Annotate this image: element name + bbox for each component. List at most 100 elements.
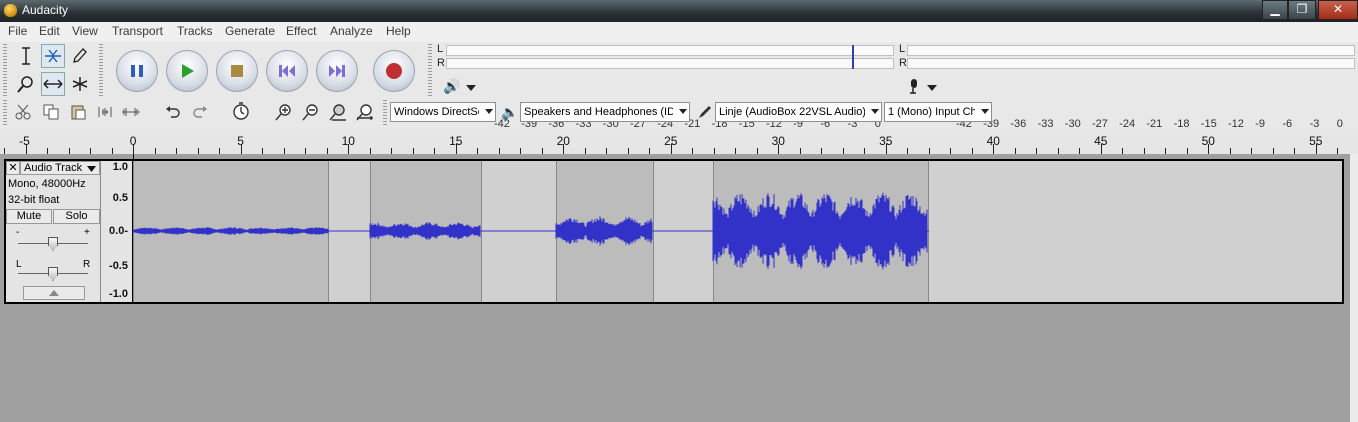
ruler-tick — [1100, 144, 1102, 154]
playback-meter-right[interactable] — [446, 58, 894, 69]
ruler-tick — [240, 144, 242, 154]
input-device-select[interactable]: Linje (AudioBox 22VSL Audio) — [715, 102, 882, 122]
zoom-out-icon[interactable] — [300, 101, 322, 123]
menu-transport[interactable]: Transport — [112, 24, 163, 38]
menu-effect[interactable]: Effect — [286, 24, 316, 38]
record-meter-dropdown[interactable] — [921, 77, 943, 99]
toolbar-grip[interactable] — [99, 44, 103, 96]
track-name: Audio Track — [24, 162, 83, 174]
vertical-scale[interactable]: 1.0 0.5 0.0- -0.5 -1.0 — [101, 161, 133, 302]
output-speaker-icon: 🔈 — [501, 103, 519, 120]
ruler-tick — [133, 144, 134, 154]
skip-to-start-button[interactable] — [266, 50, 308, 92]
stop-button[interactable] — [216, 50, 258, 92]
stop-icon — [231, 65, 243, 77]
meter-scale-label: -6 — [1282, 118, 1293, 130]
menu-analyze[interactable]: Analyze — [330, 24, 373, 38]
ruler-tick — [993, 144, 994, 154]
zoom-in-icon[interactable] — [273, 101, 295, 123]
menu-bar: File Edit View Transport Tracks Generate… — [0, 22, 1358, 42]
paste-icon[interactable] — [67, 101, 89, 123]
solo-button[interactable]: Solo — [53, 209, 100, 224]
record-meter-left[interactable] — [907, 45, 1355, 56]
audio-host-select[interactable]: Windows DirectSc — [390, 102, 496, 122]
playback-peak-marker — [852, 45, 854, 69]
play-button[interactable] — [166, 50, 208, 92]
gain-minus-label: - — [16, 227, 20, 238]
undo-icon[interactable] — [162, 101, 184, 123]
playback-meter-left-label: L — [437, 43, 444, 55]
trim-audio-icon[interactable] — [94, 101, 116, 123]
playback-meter-dropdown[interactable] — [460, 77, 482, 99]
window-title: Audacity — [22, 3, 69, 17]
draw-tool-icon[interactable] — [68, 44, 92, 68]
scale-label: 0.5 — [112, 192, 128, 204]
menu-file[interactable]: File — [8, 24, 27, 38]
record-meter-right-label: R — [899, 57, 907, 69]
skip-to-end-button[interactable] — [316, 50, 358, 92]
track-control-panel: ✕ Audio Track Mono, 48000Hz 32-bit float… — [6, 161, 101, 302]
toolbar-grip[interactable] — [383, 100, 387, 126]
output-device-select[interactable]: Speakers and Headphones (ID — [520, 102, 690, 122]
vertical-scrollbar[interactable] — [1350, 154, 1358, 422]
close-button[interactable]: ✕ — [1318, 0, 1358, 20]
record-icon — [386, 63, 402, 79]
record-button[interactable] — [373, 50, 415, 92]
toolbar-grip[interactable] — [3, 100, 7, 126]
ruler-tick — [455, 144, 457, 154]
copy-icon[interactable] — [40, 101, 62, 123]
meter-scale-label: -15 — [1200, 118, 1217, 130]
envelope-tool-icon[interactable] — [41, 44, 65, 68]
playback-meter-left[interactable] — [446, 45, 894, 56]
track-close-icon[interactable]: ✕ — [6, 161, 20, 175]
menu-generate[interactable]: Generate — [225, 24, 275, 38]
menu-help[interactable]: Help — [386, 24, 411, 38]
ruler-tick — [670, 144, 672, 154]
track-format: 32-bit float — [8, 194, 60, 206]
menu-tracks[interactable]: Tracks — [177, 24, 213, 38]
meter-scale-label: -21 — [1146, 118, 1163, 130]
ruler-tick — [1315, 144, 1317, 154]
toolbar-grip[interactable] — [3, 44, 7, 96]
cut-icon[interactable] — [12, 101, 34, 123]
input-channels-value: 1 (Mono) Input Ch — [888, 106, 975, 118]
input-device-value: Linje (AudioBox 22VSL Audio) — [719, 106, 865, 118]
ruler-label: -5 — [19, 134, 30, 148]
sync-lock-icon[interactable] — [230, 100, 252, 122]
minimize-button[interactable]: ▁ — [1262, 0, 1288, 20]
pan-slider-thumb[interactable] — [48, 267, 58, 281]
collapse-track-button[interactable] — [23, 286, 85, 300]
menu-edit[interactable]: Edit — [39, 24, 60, 38]
meter-scale-label: -3 — [1309, 118, 1320, 130]
selection-tool-icon[interactable] — [14, 44, 38, 68]
fit-selection-icon[interactable] — [327, 101, 349, 123]
audio-host-value: Windows DirectSc — [394, 106, 479, 118]
toolbar-grip[interactable] — [428, 44, 432, 96]
scale-label: 0.0- — [109, 225, 128, 237]
fit-project-icon[interactable] — [354, 101, 376, 123]
chevron-up-icon — [49, 290, 59, 296]
maximize-button[interactable]: ❐ — [1288, 0, 1316, 20]
menu-view[interactable]: View — [72, 24, 98, 38]
playback-meter-right-label: R — [437, 57, 445, 69]
silence-audio-icon[interactable] — [120, 101, 142, 123]
timeshift-tool-icon[interactable] — [41, 72, 65, 96]
meter-scale-label: -18 — [1173, 118, 1190, 130]
multi-tool-icon[interactable] — [68, 72, 92, 96]
zoom-tool-icon[interactable] — [14, 72, 38, 96]
record-meter-right[interactable] — [907, 58, 1355, 69]
input-microphone-icon — [693, 101, 715, 123]
playhead-marker — [133, 154, 134, 161]
timeline-ruler[interactable] — [0, 130, 1358, 155]
pause-button[interactable] — [116, 50, 158, 92]
scale-label: 1.0 — [112, 161, 128, 173]
input-channels-select[interactable]: 1 (Mono) Input Ch — [884, 102, 992, 122]
chevron-down-icon — [87, 166, 96, 172]
redo-icon[interactable] — [189, 101, 211, 123]
gain-slider-thumb[interactable] — [48, 237, 58, 251]
track-name-menu[interactable]: Audio Track — [20, 161, 100, 175]
meter-scale-label: -27 — [1092, 118, 1108, 130]
mute-button[interactable]: Mute — [6, 209, 52, 224]
record-meter-left-label: L — [899, 43, 906, 55]
scale-label: -0.5 — [109, 260, 128, 272]
